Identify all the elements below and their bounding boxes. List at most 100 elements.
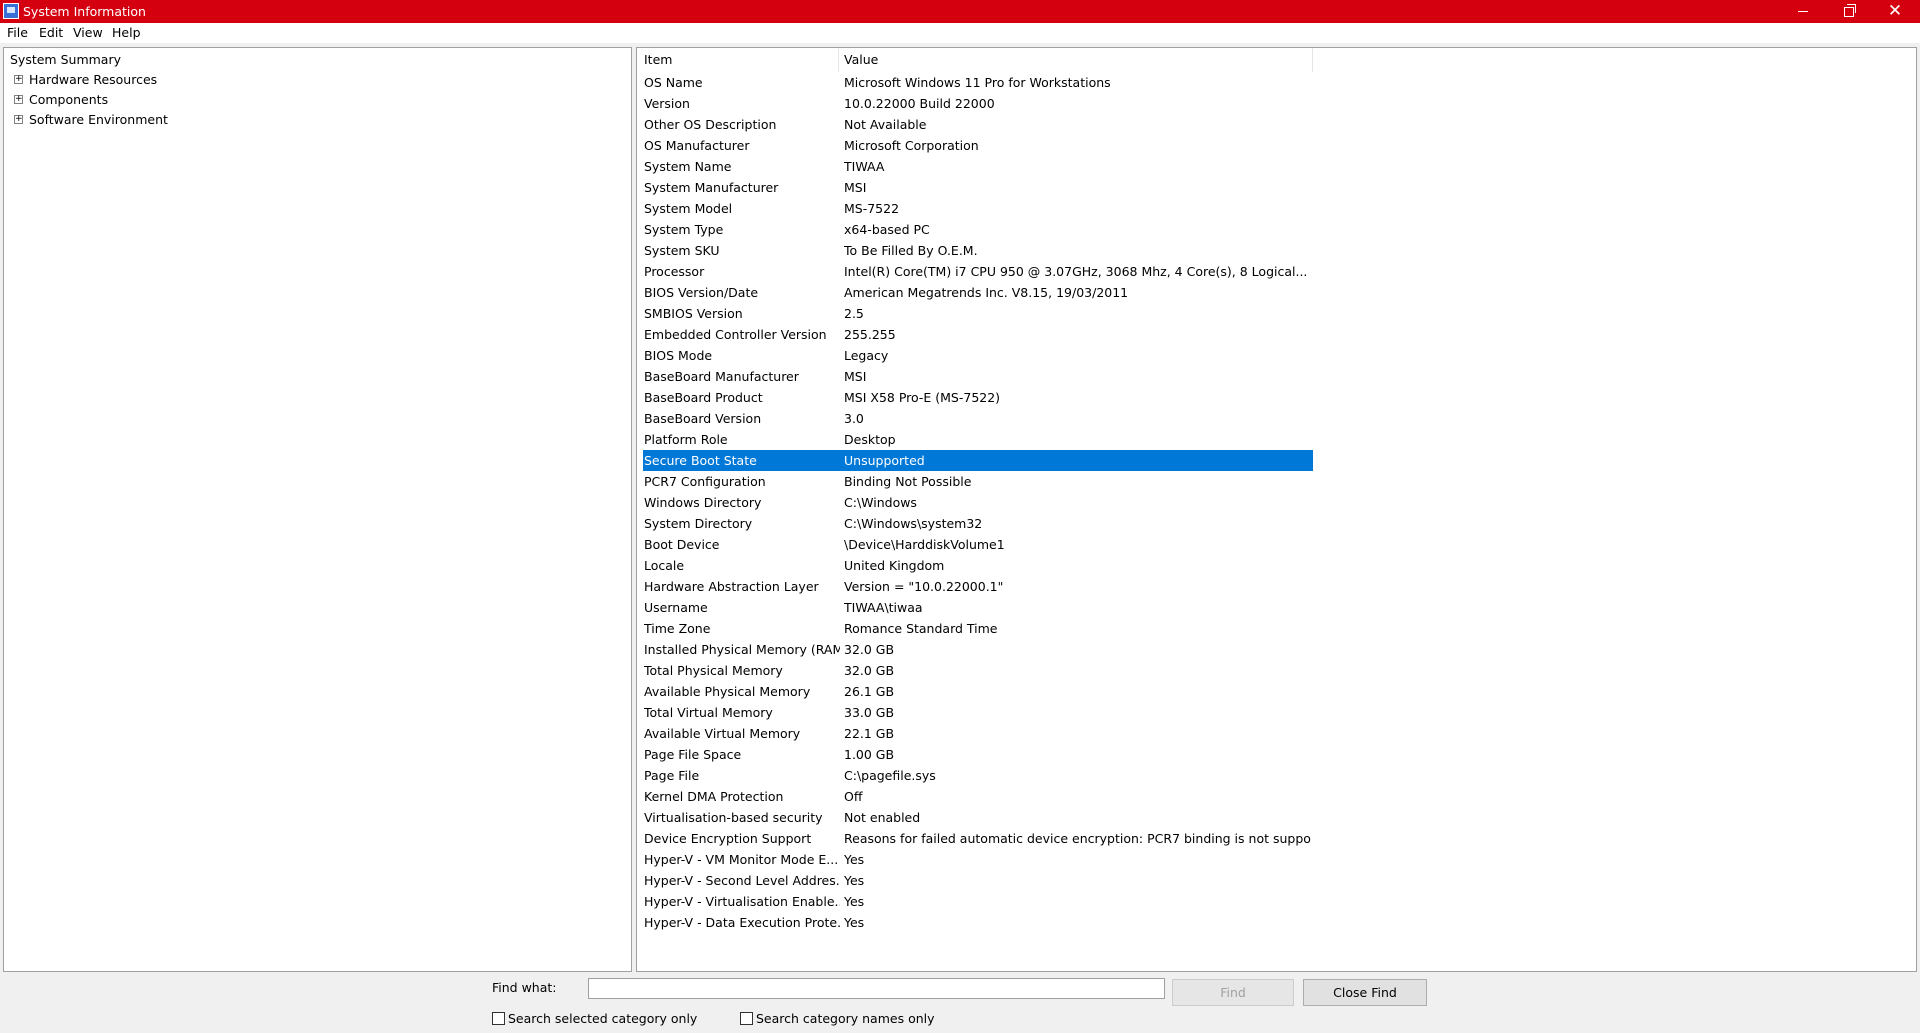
table-row[interactable]: Hyper-V - Data Execution Prote... Yes bbox=[643, 912, 1313, 933]
table-row[interactable]: System Type x64-based PC bbox=[643, 219, 1313, 240]
expand-icon[interactable]: + bbox=[14, 75, 23, 84]
table-cell-item: BaseBoard Manufacturer bbox=[644, 369, 799, 384]
table-cell-item: OS Manufacturer bbox=[644, 138, 750, 153]
column-header-value[interactable]: Value bbox=[844, 48, 878, 72]
table-cell-item: System SKU bbox=[644, 243, 720, 258]
table-row[interactable]: Page File C:\pagefile.sys bbox=[643, 765, 1313, 786]
close-find-button[interactable]: Close Find bbox=[1303, 979, 1427, 1006]
table-row[interactable]: Available Physical Memory 26.1 GB bbox=[643, 681, 1313, 702]
table-row[interactable]: BIOS Mode Legacy bbox=[643, 345, 1313, 366]
table-cell-item: Username bbox=[644, 600, 708, 615]
table-row[interactable]: BIOS Version/Date American Megatrends Inc… bbox=[643, 282, 1313, 303]
checkbox-box[interactable] bbox=[740, 1012, 753, 1025]
table-row[interactable]: Page File Space 1.00 GB bbox=[643, 744, 1313, 765]
minimize-button[interactable] bbox=[1780, 0, 1826, 23]
table-cell-value: 2.5 bbox=[844, 306, 864, 321]
column-divider[interactable] bbox=[838, 48, 839, 72]
table-cell-item: Platform Role bbox=[644, 432, 728, 447]
table-row[interactable]: PCR7 Configuration Binding Not Possible bbox=[643, 471, 1313, 492]
details-list[interactable]: Item Value OS Name Microsoft Windows 11 P… bbox=[636, 47, 1917, 972]
expand-icon[interactable]: + bbox=[14, 95, 23, 104]
tree-item-software-environment[interactable]: + Software Environment bbox=[4, 110, 304, 130]
table-cell-value: Not Available bbox=[844, 117, 927, 132]
table-row[interactable]: Hyper-V - Virtualisation Enable... Yes bbox=[643, 891, 1313, 912]
table-cell-item: Boot Device bbox=[644, 537, 720, 552]
table-row[interactable]: System Name TIWAA bbox=[643, 156, 1313, 177]
table-cell-value: 10.0.22000 Build 22000 bbox=[844, 96, 995, 111]
table-row[interactable]: Available Virtual Memory 22.1 GB bbox=[643, 723, 1313, 744]
table-row[interactable]: Windows Directory C:\Windows bbox=[643, 492, 1313, 513]
table-row[interactable]: Kernel DMA Protection Off bbox=[643, 786, 1313, 807]
table-cell-item: Time Zone bbox=[644, 621, 711, 636]
table-row[interactable]: Hardware Abstraction Layer Version = "10.… bbox=[643, 576, 1313, 597]
table-row[interactable]: BaseBoard Product MSI X58 Pro-E (MS-7522) bbox=[643, 387, 1313, 408]
close-button[interactable]: ✕ bbox=[1872, 0, 1918, 23]
find-button[interactable]: Find bbox=[1172, 979, 1294, 1006]
table-row[interactable]: Time Zone Romance Standard Time bbox=[643, 618, 1313, 639]
tree-item-components[interactable]: + Components bbox=[4, 90, 304, 110]
expand-icon[interactable]: + bbox=[14, 115, 23, 124]
table-row[interactable]: Installed Physical Memory (RAM) 32.0 GB bbox=[643, 639, 1313, 660]
table-row[interactable]: Hyper-V - VM Monitor Mode E... Yes bbox=[643, 849, 1313, 870]
table-cell-value: MSI bbox=[844, 369, 867, 384]
category-tree[interactable]: System Summary + Hardware Resources + Co… bbox=[3, 47, 632, 972]
table-row[interactable]: OS Name Microsoft Windows 11 Pro for Work… bbox=[643, 72, 1313, 93]
table-cell-value: MSI bbox=[844, 180, 867, 195]
table-row[interactable]: Hyper-V - Second Level Addres... Yes bbox=[643, 870, 1313, 891]
minimize-icon bbox=[1798, 11, 1808, 12]
table-row[interactable]: BaseBoard Manufacturer MSI bbox=[643, 366, 1313, 387]
find-what-input[interactable] bbox=[588, 978, 1165, 999]
table-cell-value: American Megatrends Inc. V8.15, 19/03/20… bbox=[844, 285, 1129, 300]
table-row[interactable]: SMBIOS Version 2.5 bbox=[643, 303, 1313, 324]
table-row[interactable]: Embedded Controller Version 255.255 bbox=[643, 324, 1313, 345]
search-category-names-checkbox[interactable]: Search category names only bbox=[740, 1011, 935, 1026]
menu-view[interactable]: View bbox=[73, 25, 103, 40]
search-selected-category-checkbox[interactable]: Search selected category only bbox=[492, 1011, 697, 1026]
close-icon: ✕ bbox=[1887, 1, 1903, 21]
menu-edit[interactable]: Edit bbox=[39, 25, 63, 40]
table-cell-item: Processor bbox=[644, 264, 705, 279]
table-cell-value: Romance Standard Time bbox=[844, 621, 998, 636]
table-cell-item: Hardware Abstraction Layer bbox=[644, 579, 819, 594]
table-cell-item: Embedded Controller Version bbox=[644, 327, 827, 342]
table-row[interactable]: Platform Role Desktop bbox=[643, 429, 1313, 450]
table-row[interactable]: BaseBoard Version 3.0 bbox=[643, 408, 1313, 429]
table-row[interactable]: OS Manufacturer Microsoft Corporation bbox=[643, 135, 1313, 156]
table-row[interactable]: Processor Intel(R) Core(TM) i7 CPU 950 @ … bbox=[643, 261, 1313, 282]
table-cell-value: 3.0 bbox=[844, 411, 864, 426]
table-cell-value: Microsoft Corporation bbox=[844, 138, 979, 153]
table-row[interactable]: Version 10.0.22000 Build 22000 bbox=[643, 93, 1313, 114]
table-row[interactable]: System Directory C:\Windows\system32 bbox=[643, 513, 1313, 534]
table-row[interactable]: System SKU To Be Filled By O.E.M. bbox=[643, 240, 1313, 261]
table-cell-value: Yes bbox=[844, 915, 865, 930]
table-row[interactable]: Total Virtual Memory 33.0 GB bbox=[643, 702, 1313, 723]
tree-item-system-summary[interactable]: System Summary bbox=[10, 50, 121, 70]
column-header-item[interactable]: Item bbox=[644, 48, 672, 72]
table-row[interactable]: Secure Boot State Unsupported bbox=[643, 450, 1313, 471]
table-row[interactable]: Virtualisation-based security Not enabled bbox=[643, 807, 1313, 828]
table-row[interactable]: Username TIWAA\tiwaa bbox=[643, 597, 1313, 618]
table-cell-value: x64-based PC bbox=[844, 222, 930, 237]
table-cell-value: Yes bbox=[844, 894, 865, 909]
table-row[interactable]: Device Encryption Support Reasons for fai… bbox=[643, 828, 1313, 849]
checkbox-box[interactable] bbox=[492, 1012, 505, 1025]
restore-button[interactable] bbox=[1826, 0, 1872, 23]
table-cell-item: Installed Physical Memory (RAM) bbox=[644, 642, 840, 657]
table-row[interactable]: Total Physical Memory 32.0 GB bbox=[643, 660, 1313, 681]
tree-item-hardware-resources[interactable]: + Hardware Resources bbox=[4, 70, 304, 90]
column-divider[interactable] bbox=[1312, 48, 1313, 72]
menu-help[interactable]: Help bbox=[112, 25, 141, 40]
table-row[interactable]: Other OS Description Not Available bbox=[643, 114, 1313, 135]
table-row[interactable]: System Manufacturer MSI bbox=[643, 177, 1313, 198]
table-cell-value: 1.00 GB bbox=[844, 747, 895, 762]
table-cell-item: Page File bbox=[644, 768, 700, 783]
table-row[interactable]: Boot Device \Device\HarddiskVolume1 bbox=[643, 534, 1313, 555]
menu-file[interactable]: File bbox=[7, 25, 28, 40]
table-cell-value: Microsoft Windows 11 Pro for Workstation… bbox=[844, 75, 1111, 90]
table-row[interactable]: System Model MS-7522 bbox=[643, 198, 1313, 219]
table-cell-value: Off bbox=[844, 789, 863, 804]
table-row[interactable]: Locale United Kingdom bbox=[643, 555, 1313, 576]
table-cell-value: Not enabled bbox=[844, 810, 921, 825]
table-cell-value: 32.0 GB bbox=[844, 642, 895, 657]
checkbox-label: Search category names only bbox=[756, 1011, 935, 1026]
